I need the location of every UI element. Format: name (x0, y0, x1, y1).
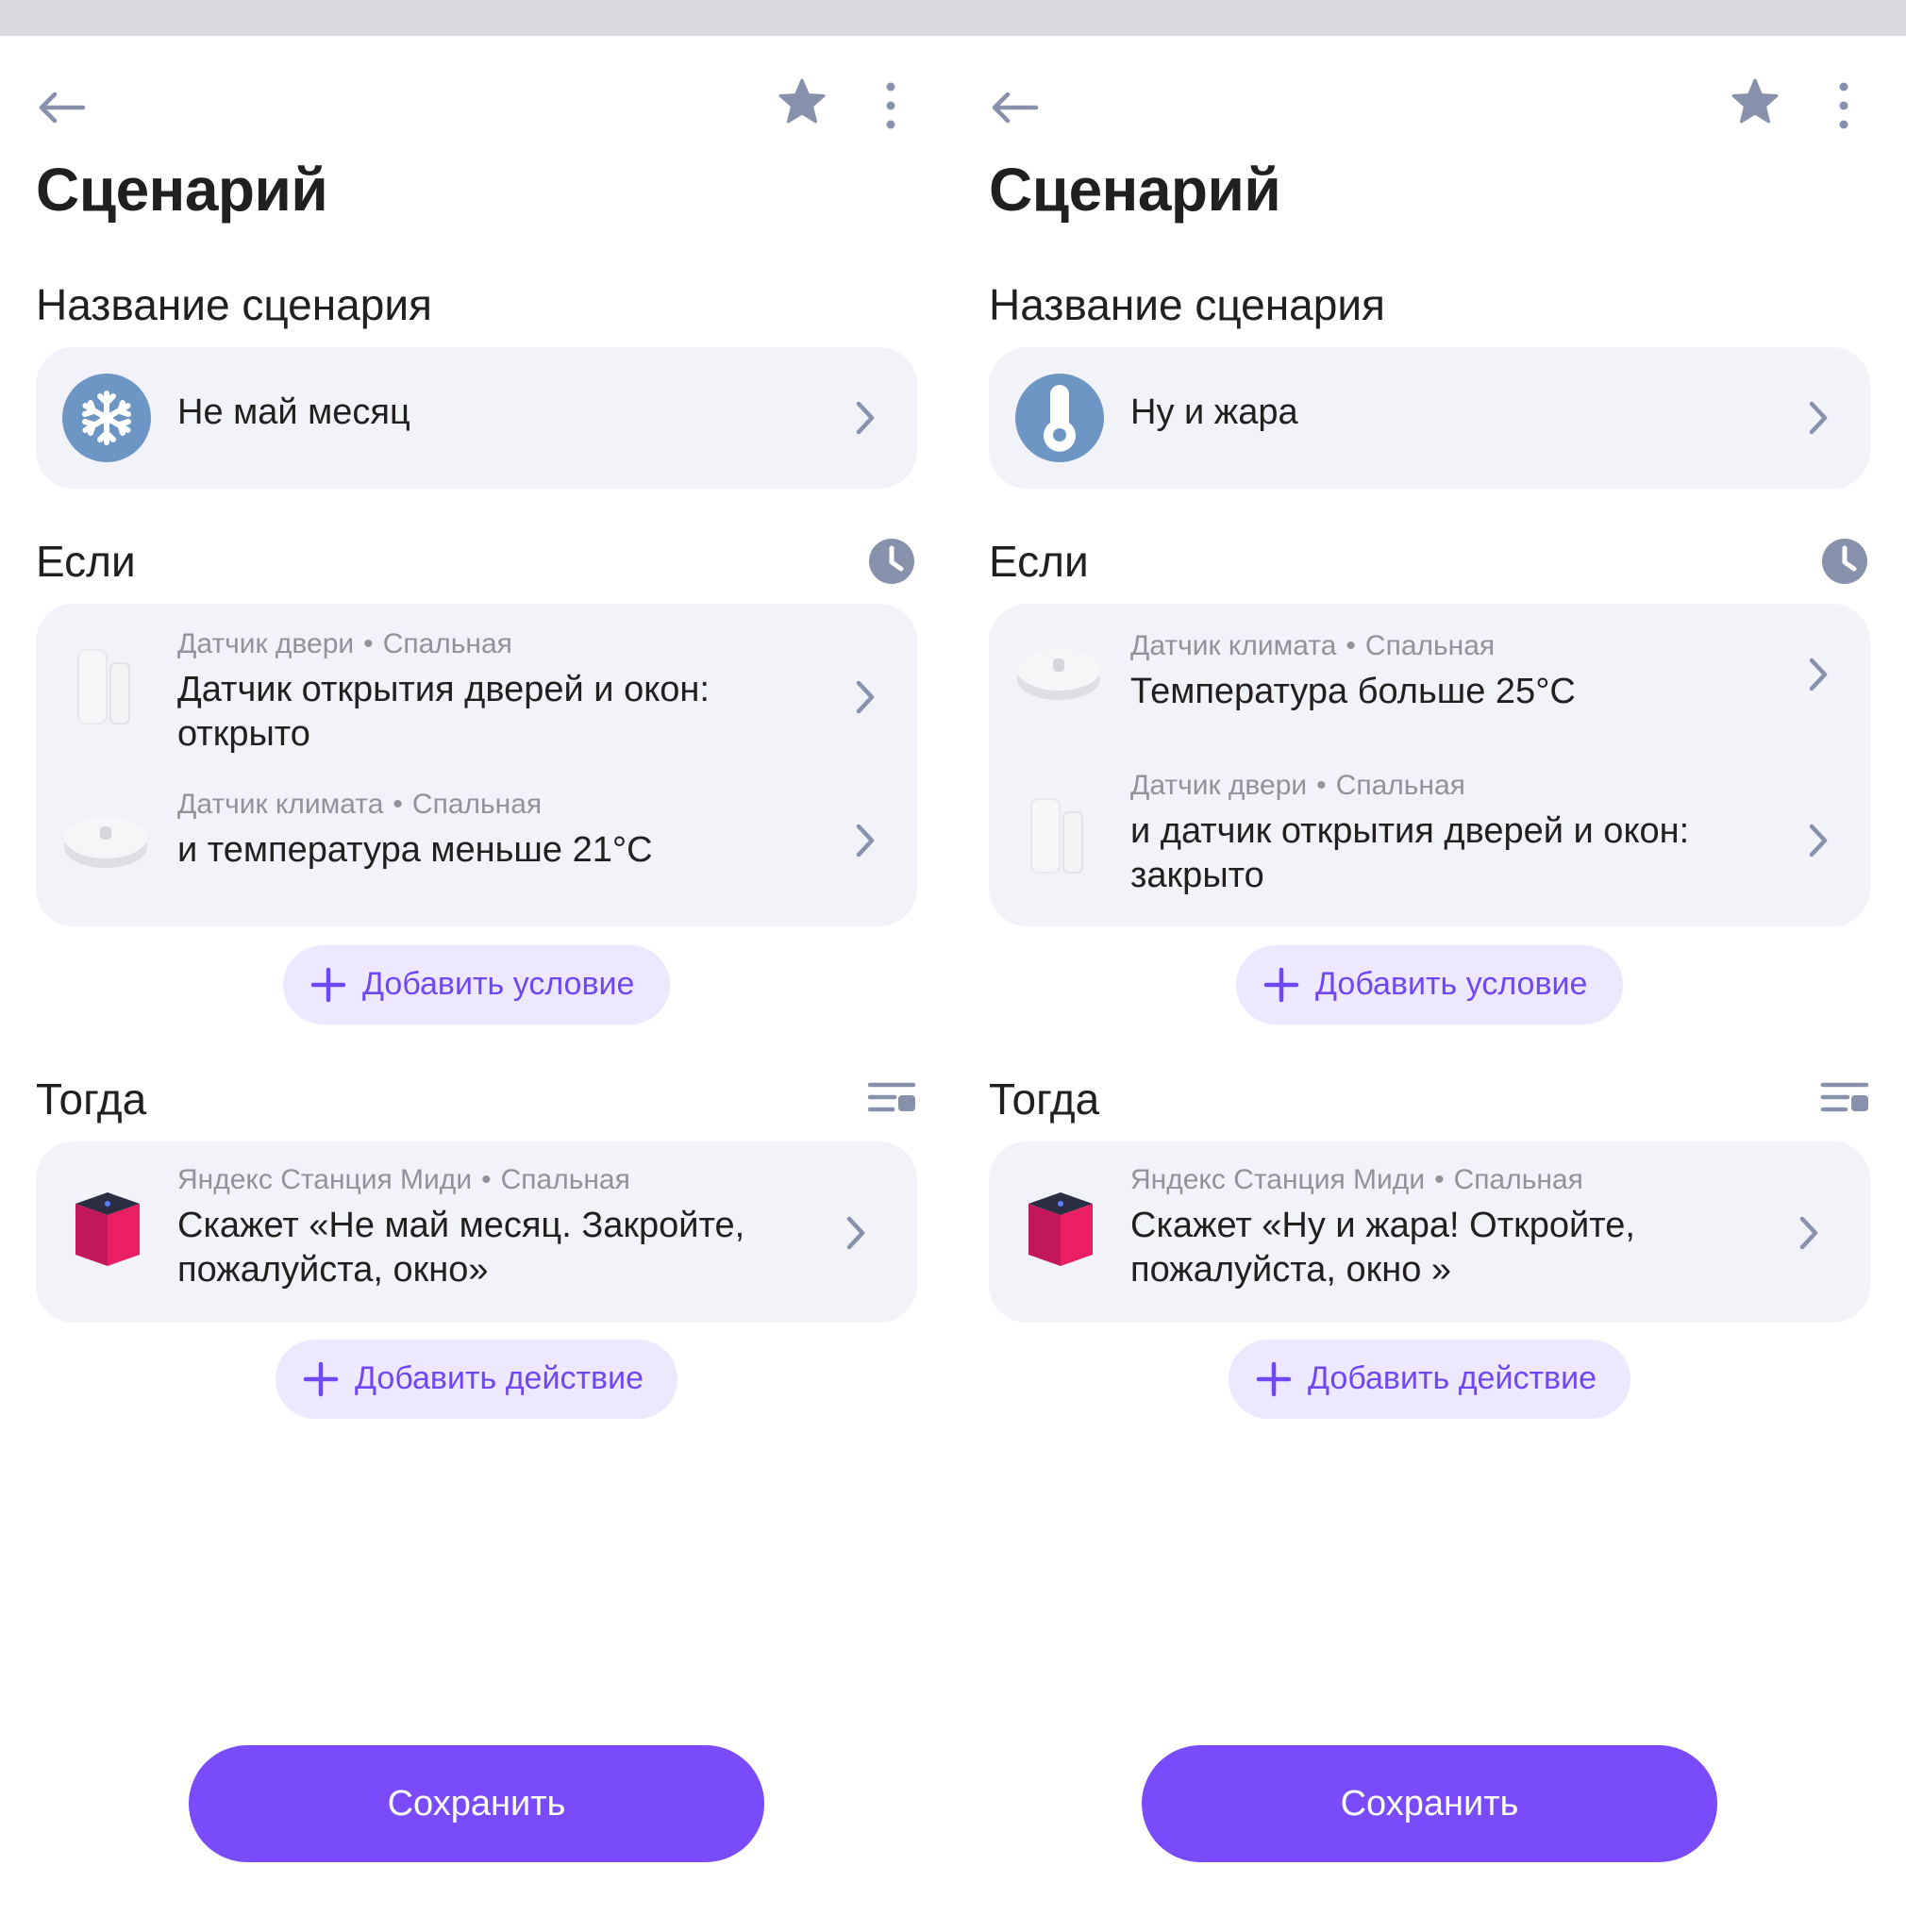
star-icon[interactable] (1729, 75, 1781, 128)
device-meta: Датчик двери • Спальная (177, 628, 512, 659)
condition-text: и датчик открытия дверей и окон: закрыто (1130, 811, 1690, 895)
device-type: Датчик климата (1130, 630, 1337, 661)
add-action-label: Добавить действие (1308, 1360, 1597, 1396)
action-list-icon[interactable] (1819, 1074, 1870, 1124)
clock-icon[interactable] (1819, 536, 1870, 587)
device-room: Спальная (1453, 1164, 1583, 1195)
section-title-then: Тогда (36, 1074, 147, 1124)
plus-icon (1263, 967, 1299, 1003)
scenario-icon (1015, 374, 1104, 462)
chevron-right-icon (1809, 824, 1828, 858)
section-title-name: Название сценария (989, 280, 1385, 329)
plus-icon (303, 1361, 339, 1397)
action-text: Скажет «Не май месяц. Закройте, пожалуйс… (177, 1206, 745, 1290)
door-sensor-image (1030, 798, 1083, 874)
device-type: Датчик двери (177, 628, 355, 659)
plus-icon (1256, 1361, 1292, 1397)
status-bar (0, 0, 1906, 36)
scenario-icon (62, 374, 151, 462)
device-meta: Яндекс Станция Миди • Спальная (177, 1164, 630, 1195)
thermometer-icon (1044, 385, 1076, 452)
device-room: Спальная (500, 1164, 630, 1195)
chevron-right-icon (856, 680, 875, 714)
action-text: Скажет «Ну и жара! Откройте, пожалуйста,… (1130, 1206, 1635, 1290)
add-action-button[interactable]: Добавить действие (276, 1340, 677, 1419)
device-type: Датчик климата (177, 789, 384, 820)
chevron-right-icon (1799, 1216, 1818, 1250)
plus-icon (310, 967, 346, 1003)
device-type: Датчик двери (1130, 770, 1308, 801)
add-condition-button[interactable]: Добавить условие (1236, 945, 1623, 1024)
condition-row[interactable]: Датчик двери • Спальная Датчик открытия дв… (36, 604, 917, 766)
condition-text: Температура больше 25°C (1130, 672, 1576, 711)
scenario-name-card[interactable]: Ну и жара (989, 347, 1870, 489)
conditions-card: Датчик климата • Спальная Температура боль… (989, 604, 1870, 926)
condition-row[interactable]: Датчик двери • Спальная и датчик открытия … (989, 741, 1870, 926)
yandex-station-midi-image (1028, 1192, 1093, 1266)
more-menu-icon[interactable] (1821, 79, 1866, 132)
scenario-name: Ну и жара (1130, 392, 1298, 432)
snowflake-icon (82, 391, 131, 445)
device-meta: Датчик климата • Спальная (177, 789, 543, 820)
device-meta: Датчик двери • Спальная (1130, 770, 1465, 801)
back-arrow-icon[interactable] (989, 81, 1042, 134)
device-room: Спальная (1335, 770, 1465, 801)
section-title-name: Название сценария (36, 280, 432, 329)
conditions-card: Датчик двери • Спальная Датчик открытия дв… (36, 604, 917, 926)
save-button[interactable]: Сохранить (189, 1745, 764, 1862)
scenario-screen-left: Сценарий Название сценария Не май месяц … (0, 36, 953, 1932)
chevron-right-icon (856, 401, 875, 435)
device-room: Спальная (382, 628, 512, 659)
chevron-right-icon (1809, 658, 1828, 691)
scenario-name: Не май месяц (177, 392, 410, 432)
climate-sensor-image (1017, 649, 1100, 700)
chevron-right-icon (846, 1216, 865, 1250)
add-action-button[interactable]: Добавить действие (1229, 1340, 1630, 1419)
condition-text: и температура меньше 21°C (177, 830, 653, 870)
more-menu-icon[interactable] (868, 79, 913, 132)
climate-sensor-image (64, 817, 147, 868)
device-meta: Датчик климата • Спальная (1130, 630, 1496, 661)
page-title: Сценарий (36, 156, 328, 224)
action-card[interactable]: Яндекс Станция Миди • Спальная Скажет «Ну … (989, 1141, 1870, 1323)
section-title-if: Если (36, 537, 136, 586)
chevron-right-icon (1809, 401, 1828, 435)
add-condition-button[interactable]: Добавить условие (283, 945, 670, 1024)
device-type: Яндекс Станция Миди (177, 1164, 473, 1195)
clock-icon[interactable] (866, 536, 917, 587)
condition-row[interactable]: Датчик климата • Спальная Температура боль… (989, 604, 1870, 741)
scenario-name-card[interactable]: Не май месяц (36, 347, 917, 489)
save-button[interactable]: Сохранить (1142, 1745, 1717, 1862)
chevron-right-icon (856, 824, 875, 858)
condition-row[interactable]: Датчик климата • Спальная и температура ме… (36, 766, 917, 926)
device-meta: Яндекс Станция Миди • Спальная (1130, 1164, 1583, 1195)
page-title: Сценарий (989, 156, 1281, 224)
add-condition-label: Добавить условие (362, 966, 635, 1002)
condition-text: Датчик открытия дверей и окон: открыто (177, 670, 710, 754)
door-sensor-image (77, 649, 130, 724)
add-condition-label: Добавить условие (1315, 966, 1588, 1002)
section-title-if: Если (989, 537, 1089, 586)
action-card[interactable]: Яндекс Станция Миди • Спальная Скажет «Не … (36, 1141, 917, 1323)
device-room: Спальная (1364, 630, 1496, 661)
star-icon[interactable] (776, 75, 828, 128)
section-title-then: Тогда (989, 1074, 1100, 1124)
back-arrow-icon[interactable] (36, 81, 89, 134)
device-room: Спальная (411, 789, 543, 820)
yandex-station-midi-image (75, 1192, 140, 1266)
action-list-icon[interactable] (866, 1074, 917, 1124)
scenario-screen-right: Сценарий Название сценария Ну и жара Есл… (953, 36, 1906, 1932)
device-type: Яндекс Станция Миди (1130, 1164, 1426, 1195)
add-action-label: Добавить действие (355, 1360, 644, 1396)
